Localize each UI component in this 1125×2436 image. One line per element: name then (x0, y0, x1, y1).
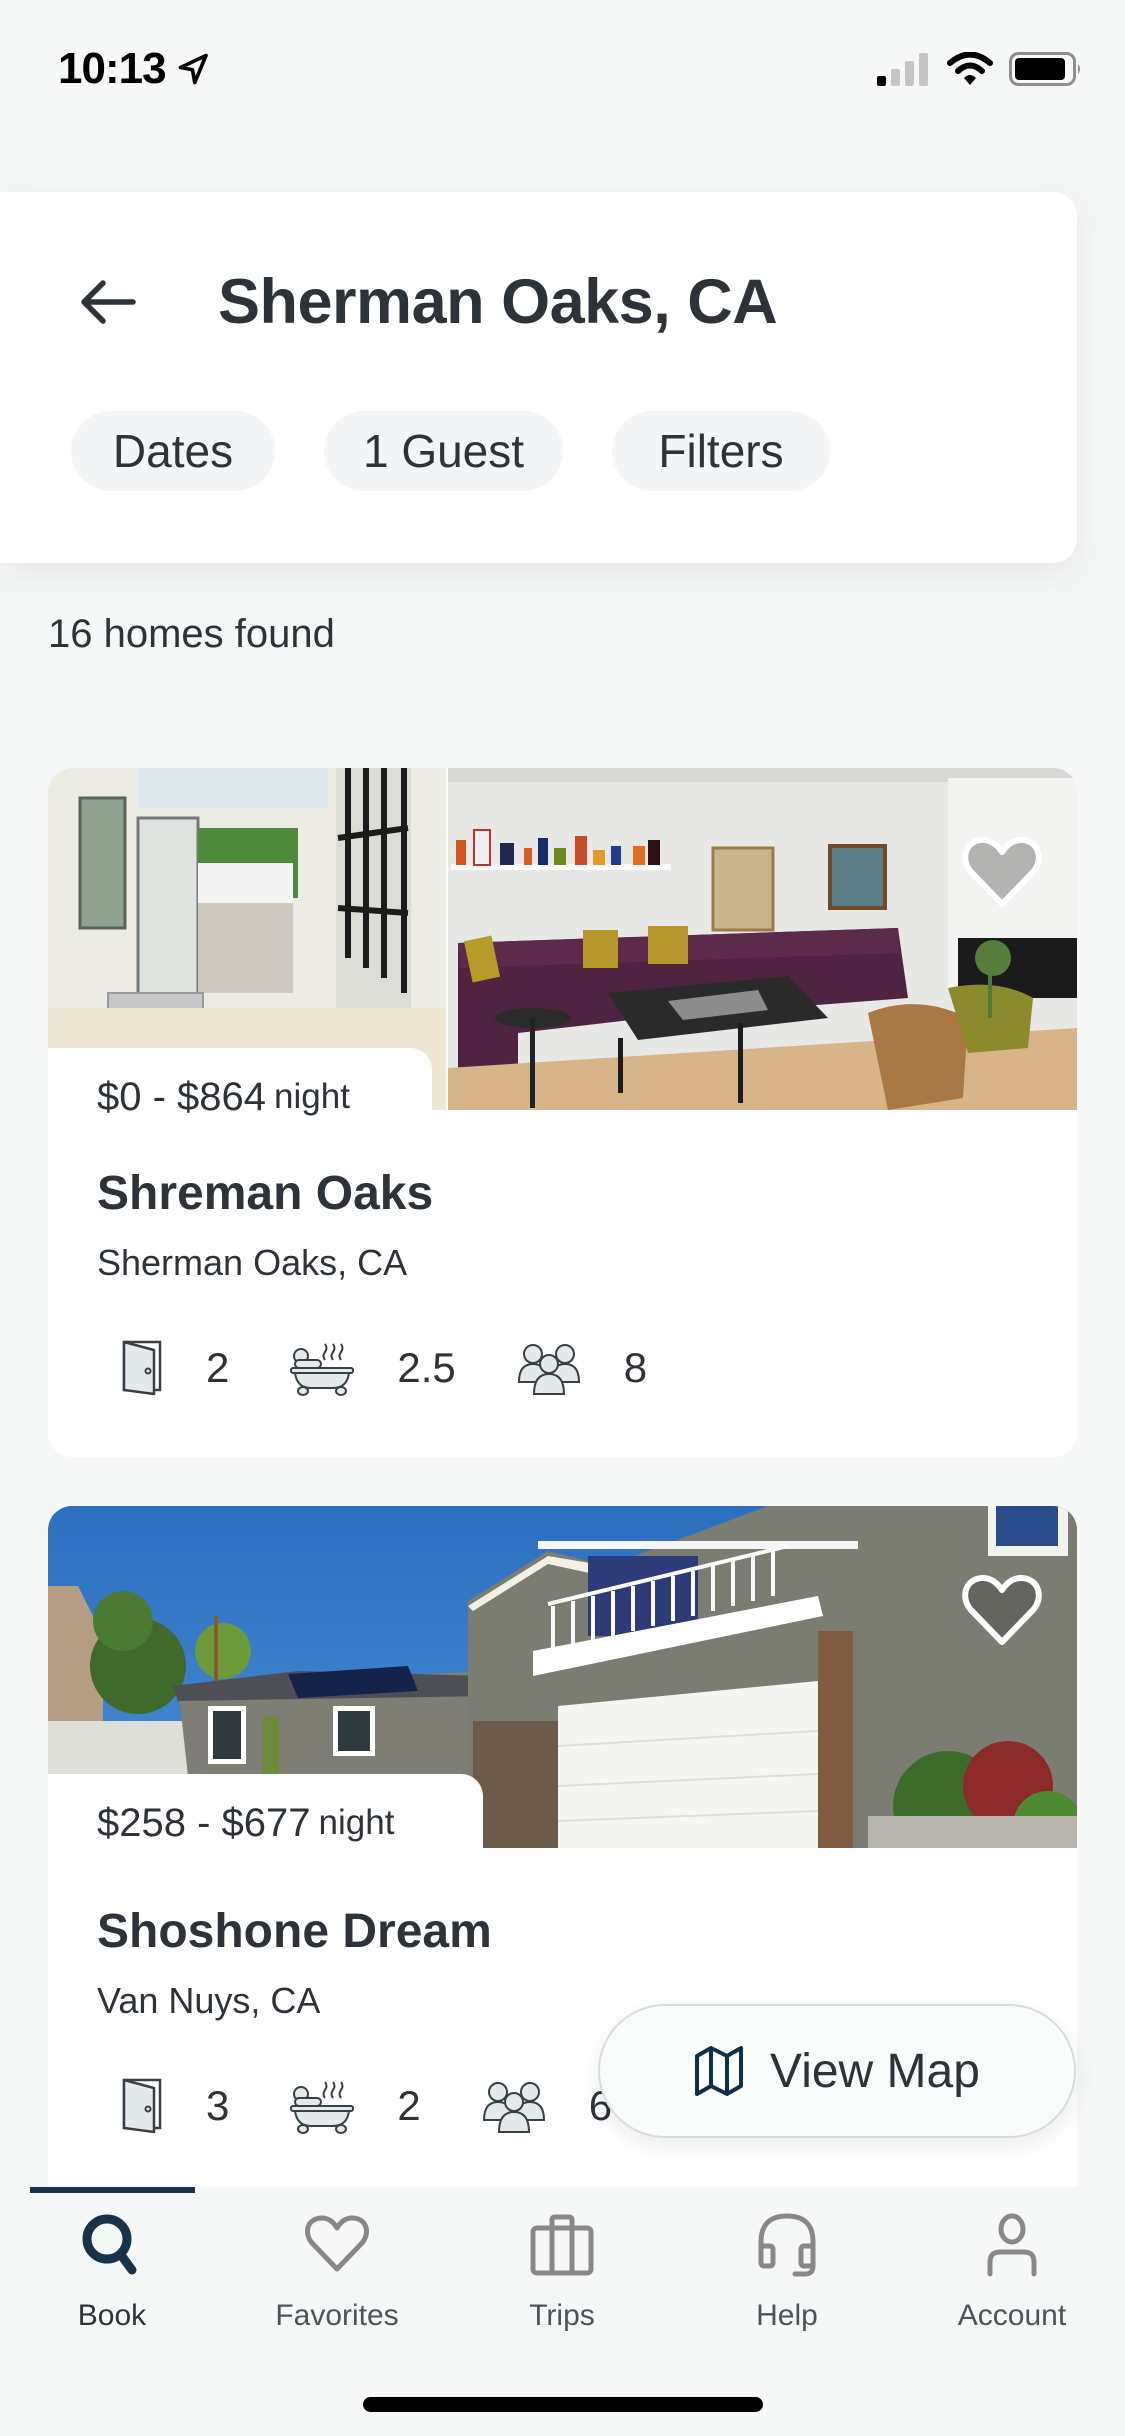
tab-label: Book (77, 2299, 147, 2332)
price-tag: $0 - $864 night (48, 1048, 432, 1146)
bathtub-icon (290, 1343, 355, 1396)
price-unit: night (318, 1803, 395, 1842)
tab-favorites[interactable]: Favorites (237, 2205, 437, 2333)
listing-stats: 3 2 6 (120, 2078, 672, 2134)
tab-label: Favorites (275, 2299, 399, 2332)
filters-button[interactable]: Filters (612, 411, 830, 491)
listing-name[interactable]: Shoshone Dream (97, 1904, 492, 1959)
door-icon (122, 1340, 162, 1396)
search-icon (82, 2214, 137, 2275)
headset-icon (758, 2213, 816, 2277)
heart-icon (305, 2215, 369, 2272)
tab-trips[interactable]: Trips (462, 2205, 662, 2333)
dates-filter-button[interactable]: Dates (71, 411, 275, 491)
tab-label: Account (957, 2299, 1067, 2332)
price-unit: night (274, 1077, 350, 1116)
bedrooms-stat: 2 (120, 1340, 229, 1396)
guests-stat: 6 (481, 2078, 612, 2134)
price-tag: $258 - $677 night (48, 1774, 483, 1872)
battery-icon (1009, 52, 1080, 86)
favorite-button[interactable] (962, 1572, 1042, 1648)
favorite-button[interactable] (962, 834, 1042, 910)
bathrooms-count: 2.5 (397, 1344, 456, 1391)
bedrooms-count: 3 (206, 2082, 230, 2129)
bedrooms-count: 2 (206, 1344, 230, 1391)
location-arrow-icon (178, 53, 208, 85)
bathrooms-stat: 2.5 (289, 1340, 456, 1396)
signal-icon (877, 53, 928, 86)
tab-account[interactable]: Account (912, 2205, 1112, 2333)
search-header-card (0, 192, 1077, 563)
status-time-text: 10:13 (58, 44, 167, 93)
map-icon (695, 2046, 744, 2096)
guests-filter-button[interactable]: 1 Guest (324, 411, 563, 491)
price-range: $0 - $864 (97, 1074, 267, 1119)
tab-label: Help (756, 2299, 818, 2332)
heart-outline-icon (962, 837, 1042, 907)
view-map-button[interactable]: View Map (598, 2004, 1076, 2138)
results-count: 16 homes found (48, 612, 335, 656)
bathrooms-stat: 2 (289, 2078, 421, 2134)
listing-location: Van Nuys, CA (97, 1980, 321, 2021)
listing-stats: 2 2.5 8 (120, 1340, 707, 1396)
arrow-left-icon (81, 280, 136, 324)
wifi-icon (947, 52, 993, 85)
suitcase-icon (530, 2214, 594, 2276)
price-range: $258 - $677 (97, 1800, 311, 1845)
person-icon (987, 2213, 1037, 2277)
heart-outline-icon (962, 1575, 1042, 1645)
tab-book[interactable]: Book (12, 2205, 212, 2333)
listing-location: Sherman Oaks, CA (97, 1242, 408, 1283)
tab-help[interactable]: Help (687, 2205, 887, 2333)
tab-label: Trips (529, 2299, 595, 2332)
view-map-label: View Map (770, 2044, 980, 2098)
listing-card[interactable]: $0 - $864 night Shreman Oaks Sherman Oak… (48, 768, 1077, 1457)
back-button[interactable] (70, 264, 146, 340)
door-icon (122, 2078, 162, 2134)
home-indicator[interactable] (363, 2397, 763, 2412)
people-icon (517, 1344, 580, 1395)
page-title: Sherman Oaks, CA (218, 267, 778, 337)
listing-name[interactable]: Shreman Oaks (97, 1166, 433, 1221)
guests-count: 8 (623, 1344, 648, 1391)
status-icons (877, 52, 1083, 86)
guests-stat: 8 (516, 1340, 647, 1396)
people-icon (482, 2082, 545, 2133)
status-time: 10:13 (58, 44, 212, 94)
bathrooms-count: 2 (397, 2082, 421, 2129)
active-tab-indicator (30, 2187, 195, 2193)
bedrooms-stat: 3 (120, 2078, 229, 2134)
bathtub-icon (290, 2081, 355, 2134)
